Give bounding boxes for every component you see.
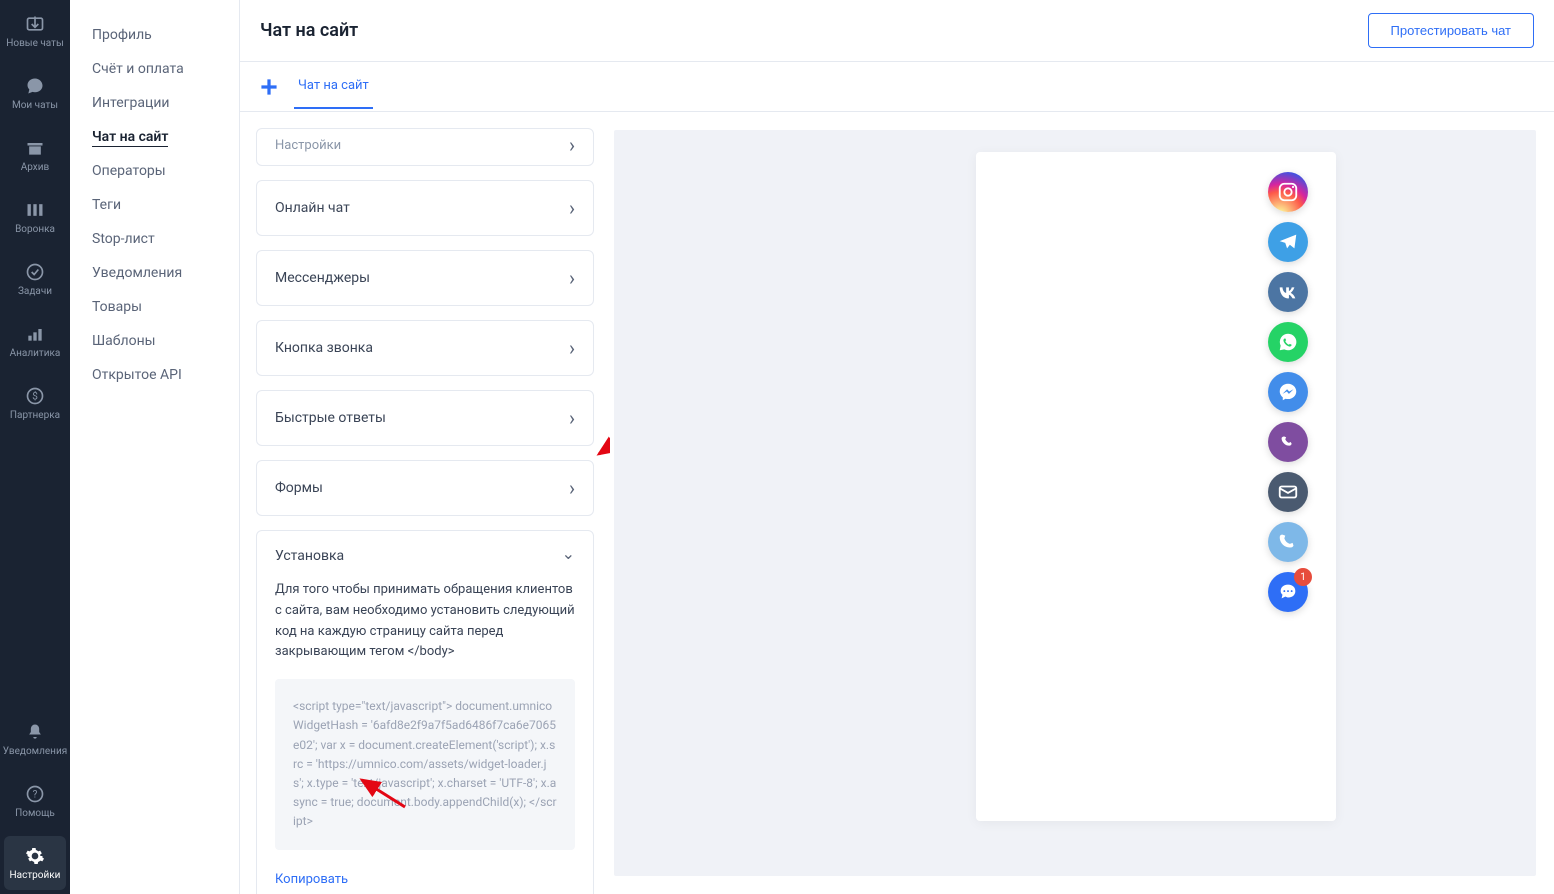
tabs: Чат на сайт: [240, 62, 1554, 112]
add-tab-button[interactable]: [256, 74, 282, 100]
header: Чат на сайт Протестировать чат: [240, 0, 1554, 62]
bell-icon: [25, 722, 45, 742]
subnav-integrations[interactable]: Интеграции: [70, 86, 239, 120]
subnav-chat-site[interactable]: Чат на сайт: [70, 120, 239, 154]
funnel-icon: [25, 200, 45, 220]
nav-tasks[interactable]: Задачи: [0, 248, 70, 310]
whatsapp-icon: [1277, 331, 1299, 353]
subnav-goods[interactable]: Товары: [70, 290, 239, 324]
messenger-icon: [1277, 381, 1299, 403]
widget-preview: 1: [614, 130, 1536, 876]
widget-card: 1: [976, 152, 1336, 821]
subnav-tags[interactable]: Теги: [70, 188, 239, 222]
subnav-operators[interactable]: Операторы: [70, 154, 239, 188]
subnav-profile[interactable]: Профиль: [70, 18, 239, 52]
nav-new-chats[interactable]: Новые чаты: [0, 0, 70, 62]
sub-nav: Профиль Счёт и оплата Интеграции Чат на …: [70, 0, 240, 894]
copy-button[interactable]: Копировать: [275, 872, 348, 887]
telegram-icon: [1277, 231, 1299, 253]
widget-whatsapp[interactable]: [1268, 322, 1308, 362]
nav-archive[interactable]: Архив: [0, 124, 70, 186]
nav-funnel[interactable]: Воронка: [0, 186, 70, 248]
instagram-icon: [1277, 181, 1299, 203]
plus-icon: [256, 74, 282, 100]
accordion-quick-replies[interactable]: Быстрые ответы: [256, 390, 594, 446]
subnav-api[interactable]: Открытое API: [70, 358, 239, 392]
chat-icon: [25, 76, 45, 96]
nav-my-chats[interactable]: Мои чаты: [0, 62, 70, 124]
analytics-icon: [25, 324, 45, 344]
widget-instagram[interactable]: [1268, 172, 1308, 212]
accordion-messengers[interactable]: Мессенджеры: [256, 250, 594, 306]
viber-icon: [1277, 431, 1299, 453]
nav-settings[interactable]: Настройки: [4, 836, 66, 890]
main-nav: Новые чаты Мои чаты Архив Воронка Задачи…: [0, 0, 70, 894]
widget-telegram[interactable]: [1268, 222, 1308, 262]
vk-icon: [1277, 281, 1299, 303]
svg-text:$: $: [32, 389, 38, 402]
chat-badge: 1: [1294, 568, 1312, 586]
widget-chat[interactable]: 1: [1268, 572, 1308, 612]
subnav-billing[interactable]: Счёт и оплата: [70, 52, 239, 86]
accordion-online-chat[interactable]: Онлайн чат: [256, 180, 594, 236]
accordion-install: Установка Для того чтобы принимать обращ…: [256, 530, 594, 894]
help-icon: ?: [25, 784, 45, 804]
subnav-notifications[interactable]: Уведомления: [70, 256, 239, 290]
widget-icons: 1: [1268, 172, 1308, 612]
accordion-call-button[interactable]: Кнопка звонка: [256, 320, 594, 376]
install-code: <script type="text/javascript"> document…: [275, 679, 575, 849]
subnav-stoplist[interactable]: Stop-лист: [70, 222, 239, 256]
dollar-icon: $: [25, 386, 45, 406]
install-description: Для того чтобы принимать обращения клиен…: [275, 580, 575, 663]
email-icon: [1277, 481, 1299, 503]
page-title: Чат на сайт: [260, 20, 358, 41]
archive-icon: [25, 138, 45, 158]
settings-icon: [25, 846, 45, 866]
subnav-templates[interactable]: Шаблоны: [70, 324, 239, 358]
accordion-install-header[interactable]: Установка: [257, 531, 593, 580]
phone-icon: [1277, 531, 1299, 553]
widget-vk[interactable]: [1268, 272, 1308, 312]
test-chat-button[interactable]: Протестировать чат: [1368, 13, 1534, 48]
nav-help[interactable]: ? Помощь: [0, 770, 70, 832]
widget-email[interactable]: [1268, 472, 1308, 512]
tab-chat-site[interactable]: Чат на сайт: [294, 64, 373, 109]
settings-panel: Настройки Онлайн чат Мессенджеры Кнопка …: [240, 112, 610, 894]
nav-notifications[interactable]: Уведомления: [0, 708, 70, 770]
accordion-settings[interactable]: Настройки: [256, 128, 594, 166]
widget-viber[interactable]: [1268, 422, 1308, 462]
accordion-forms[interactable]: Формы: [256, 460, 594, 516]
widget-messenger[interactable]: [1268, 372, 1308, 412]
chat-bubble-icon: [1277, 581, 1299, 603]
svg-text:?: ?: [33, 789, 38, 800]
inbox-icon: [25, 14, 45, 34]
widget-phone[interactable]: [1268, 522, 1308, 562]
check-icon: [25, 262, 45, 282]
nav-analytics[interactable]: Аналитика: [0, 310, 70, 372]
nav-partner[interactable]: $ Партнерка: [0, 372, 70, 434]
